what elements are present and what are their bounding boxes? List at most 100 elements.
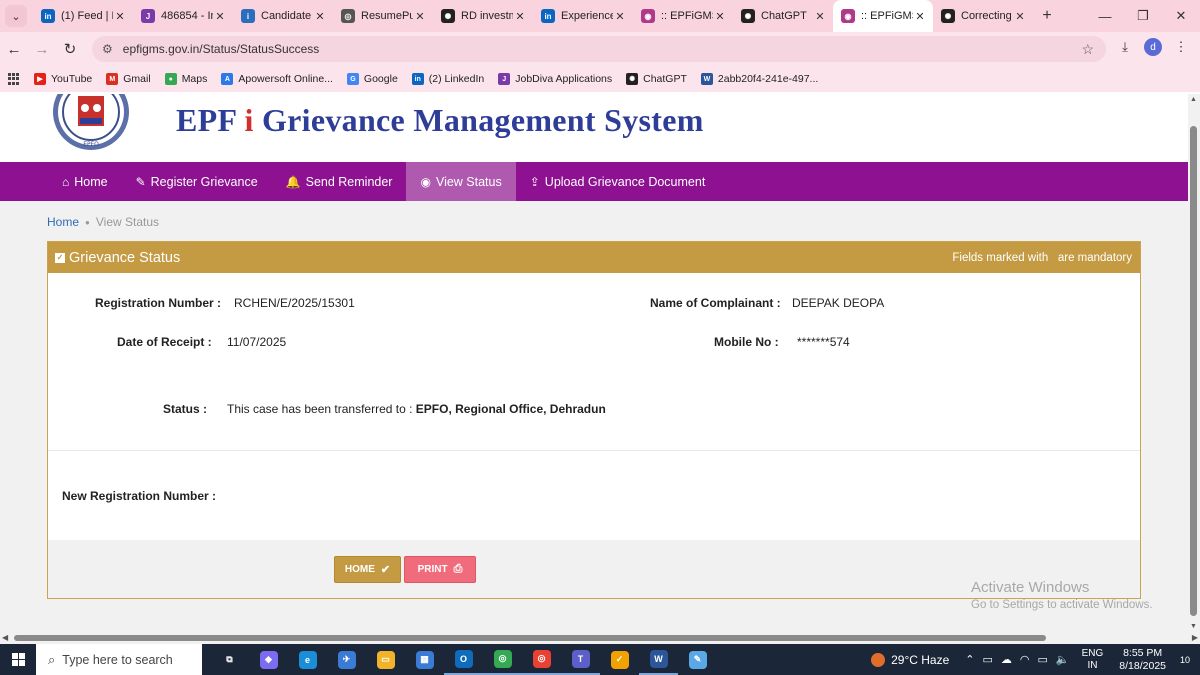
url-bar[interactable]: ⚙ epfigms.gov.in/Status/StatusSuccess ☆ bbox=[92, 36, 1106, 62]
weather-widget[interactable]: 29°C Haze bbox=[871, 652, 949, 667]
volume-icon[interactable]: 🔈 bbox=[1056, 653, 1070, 666]
taskbar-app[interactable]: ✈ bbox=[327, 644, 366, 675]
forward-icon[interactable]: → bbox=[28, 41, 56, 58]
new-tab-button[interactable]: + bbox=[1035, 7, 1059, 25]
tab-title: RD investment bbox=[461, 10, 513, 22]
browser-tab[interactable]: ◎ ResumePuma✕ bbox=[333, 0, 433, 32]
vertical-scroll-thumb[interactable] bbox=[1190, 126, 1197, 616]
lang-line2: IN bbox=[1087, 659, 1098, 671]
browser-tab[interactable]: ✺ ChatGPT ✕ bbox=[733, 0, 833, 32]
tab-close-icon[interactable]: ✕ bbox=[313, 10, 327, 23]
print-button[interactable]: PRINT ⎙ bbox=[404, 556, 476, 583]
site-info-icon[interactable]: ⚙ bbox=[102, 42, 113, 56]
browser-tab[interactable]: i Candidate ✕ bbox=[233, 0, 333, 32]
tab-close-icon[interactable]: ✕ bbox=[813, 10, 827, 23]
outlook-icon: O bbox=[454, 649, 473, 668]
word-icon: W bbox=[700, 73, 713, 85]
taskbar-search[interactable]: ⌕ Type here to search bbox=[36, 644, 202, 675]
site-header: EPFO EPF i Grievance Management System bbox=[0, 94, 1188, 162]
taskbar-app[interactable]: ✎ bbox=[678, 644, 717, 675]
tab-close-icon[interactable]: ✕ bbox=[613, 10, 627, 23]
start-button[interactable] bbox=[0, 644, 36, 675]
browser-tab[interactable]: ◉:: EPFiGMS✕ bbox=[833, 0, 933, 32]
menu-item[interactable]: ◉ View Status bbox=[406, 162, 516, 201]
menu-kebab-icon[interactable]: ⋮ bbox=[1170, 36, 1192, 58]
taskbar-app[interactable]: ✓ bbox=[600, 644, 639, 675]
scroll-down-icon[interactable]: ▼ bbox=[1190, 623, 1197, 630]
taskbar-app[interactable]: W bbox=[639, 644, 678, 675]
bookmark-item[interactable]: ✺ ChatGPT bbox=[626, 73, 687, 85]
taskbar-app[interactable]: e bbox=[288, 644, 327, 675]
taskbar-app[interactable]: ◎ bbox=[522, 644, 561, 675]
tab-close-icon[interactable]: ✕ bbox=[713, 10, 727, 23]
scroll-right-icon[interactable]: ▶ bbox=[1192, 633, 1198, 642]
maximize-icon[interactable]: ❐ bbox=[1124, 0, 1162, 32]
teams-icon: T bbox=[571, 649, 590, 668]
profile-avatar[interactable]: d bbox=[1144, 38, 1162, 56]
menu-item[interactable]: ⌂ Home bbox=[48, 162, 122, 201]
wifi-icon[interactable]: ◠ bbox=[1020, 653, 1030, 666]
taskbar-app[interactable]: O bbox=[444, 644, 483, 675]
browser-tab[interactable]: in Experience ✕ bbox=[533, 0, 633, 32]
taskbar-app[interactable]: ▦ bbox=[405, 644, 444, 675]
browser-tab[interactable]: ◉:: EPFiGMS✕ bbox=[633, 0, 733, 32]
taskbar-app[interactable]: ◆ bbox=[249, 644, 288, 675]
close-window-icon[interactable]: ✕ bbox=[1162, 0, 1200, 32]
check-circle-icon: ✔ bbox=[380, 564, 391, 576]
battery-icon[interactable]: ▭ bbox=[1038, 653, 1048, 666]
menu-item[interactable]: 🔔 Send Reminder bbox=[272, 162, 407, 201]
taskbar-app[interactable]: ⧉ bbox=[210, 644, 249, 675]
notification-center[interactable]: 10 bbox=[1174, 651, 1196, 669]
minimize-icon[interactable]: — bbox=[1086, 0, 1124, 32]
bookmark-item[interactable]: ▶ YouTube bbox=[34, 73, 92, 85]
task-view-icon: ⧉ bbox=[220, 650, 239, 669]
site-title-i: i bbox=[244, 102, 254, 138]
bookmark-item[interactable]: ● Maps bbox=[164, 73, 207, 85]
scroll-left-icon[interactable]: ◀ bbox=[2, 633, 8, 642]
browser-tab[interactable]: J 486854 - Inbox✕ bbox=[133, 0, 233, 32]
breadcrumb-home[interactable]: Home bbox=[47, 215, 79, 229]
scroll-up-icon[interactable]: ▲ bbox=[1190, 96, 1197, 103]
tab-close-icon[interactable]: ✕ bbox=[913, 10, 927, 23]
bookmark-item[interactable]: A Apowersoft Online... bbox=[221, 73, 333, 85]
bookmark-star-icon[interactable]: ☆ bbox=[1081, 41, 1094, 58]
back-icon[interactable]: ← bbox=[0, 41, 28, 58]
bookmark-item[interactable]: G Google bbox=[346, 73, 398, 85]
menu-item[interactable]: ✎ Register Grievance bbox=[122, 162, 272, 201]
bookmark-item[interactable]: J JobDiva Applications bbox=[498, 73, 612, 85]
menu-item[interactable]: ⇪ Upload Grievance Document bbox=[516, 162, 720, 201]
home-button[interactable]: HOME ✔ bbox=[334, 556, 401, 583]
bookmark-label: ChatGPT bbox=[643, 73, 687, 85]
taskbar-app[interactable]: T bbox=[561, 644, 600, 675]
tab-close-icon[interactable]: ✕ bbox=[1013, 10, 1027, 23]
browser-tab[interactable]: in (1) Feed | LinkedIn✕ bbox=[33, 0, 133, 32]
tab-search-button[interactable]: ⌄ bbox=[5, 5, 27, 27]
cloud-icon[interactable]: ☁ bbox=[1001, 653, 1012, 666]
status-value: This case has been transferred to : EPFO… bbox=[227, 402, 606, 416]
tab-title: :: EPFiGMS bbox=[861, 10, 913, 22]
bookmark-item[interactable]: W 2abb20f4-241e-497... bbox=[700, 73, 818, 85]
download-icon[interactable]: ⤓ bbox=[1114, 36, 1136, 58]
address-toolbar: ← → ↻ ⚙ epfigms.gov.in/Status/StatusSucc… bbox=[0, 32, 1200, 66]
tab-close-icon[interactable]: ✕ bbox=[113, 10, 127, 23]
tab-close-icon[interactable]: ✕ bbox=[513, 10, 527, 23]
bookmark-item[interactable]: in (2) LinkedIn bbox=[411, 73, 484, 85]
language-indicator[interactable]: ENG IN bbox=[1082, 648, 1104, 672]
apps-grid-icon[interactable] bbox=[8, 73, 20, 85]
vertical-scrollbar[interactable]: ▲ ▼ bbox=[1188, 94, 1200, 632]
horizontal-scroll-thumb[interactable] bbox=[14, 635, 1046, 641]
browser-tab[interactable]: ✺ RD investment✕ bbox=[433, 0, 533, 32]
chevron-up-icon[interactable]: ⌃ bbox=[965, 653, 974, 666]
bookmark-item[interactable]: M Gmail bbox=[106, 73, 151, 85]
tab-close-icon[interactable]: ✕ bbox=[413, 10, 427, 23]
taskbar-app[interactable]: ▭ bbox=[366, 644, 405, 675]
clock[interactable]: 8:55 PM 8/18/2025 bbox=[1119, 647, 1166, 673]
display-icon[interactable]: ▭ bbox=[982, 653, 992, 666]
tab-title: Correcting bbox=[961, 10, 1012, 22]
reload-icon[interactable]: ↻ bbox=[56, 40, 84, 58]
taskbar-app[interactable]: ◎ bbox=[483, 644, 522, 675]
browser-tab[interactable]: ✺ Correcting ✕ bbox=[933, 0, 1033, 32]
horizontal-scrollbar[interactable]: ◀ ▶ bbox=[0, 632, 1200, 644]
tab-list: in(1) Feed | LinkedIn✕J486854 - Inbox✕iC… bbox=[33, 0, 1033, 32]
tab-close-icon[interactable]: ✕ bbox=[213, 10, 227, 23]
